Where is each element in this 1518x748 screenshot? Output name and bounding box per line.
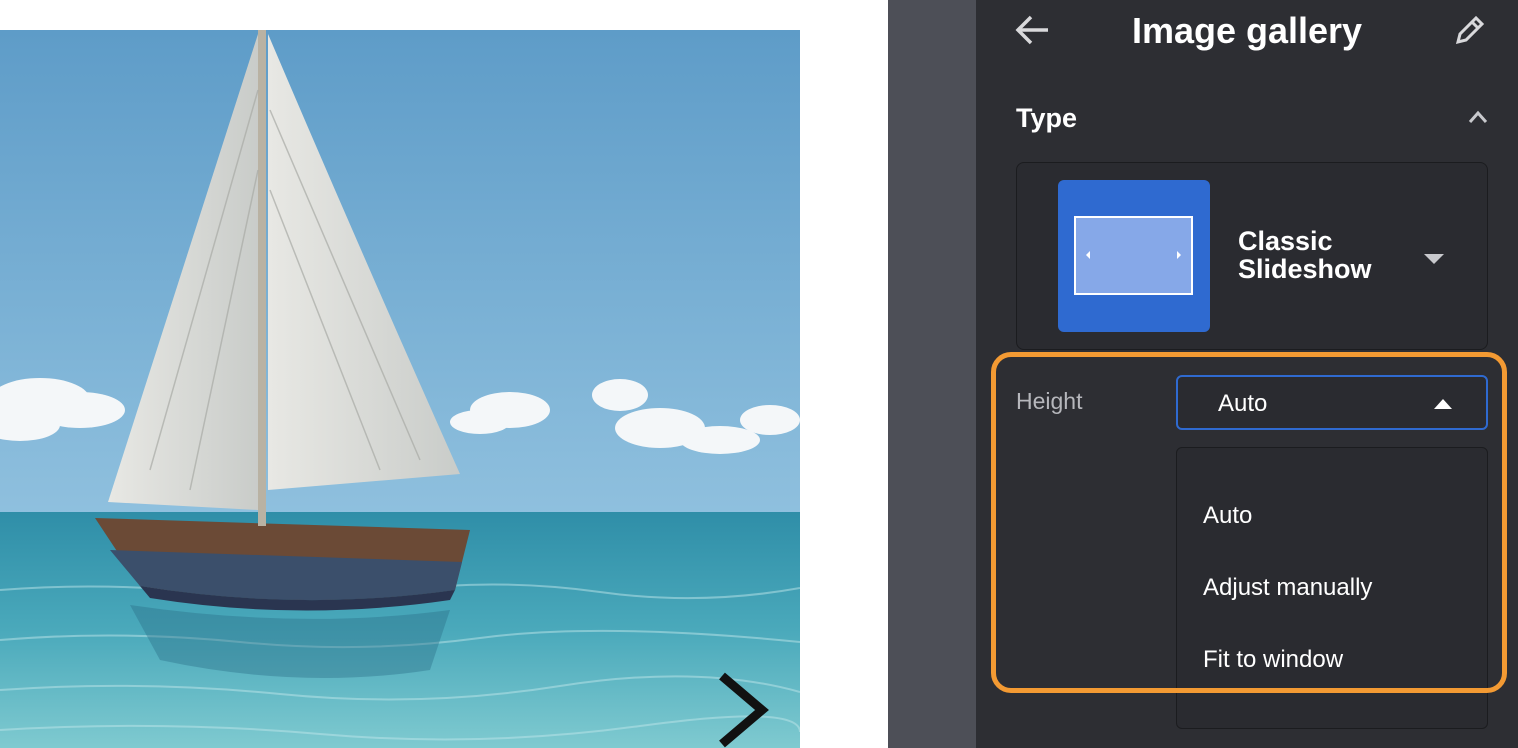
height-option-adjust-manually[interactable]: Adjust manually: [1177, 560, 1487, 616]
slideshow-icon: [1058, 180, 1210, 332]
slideshow-image[interactable]: [0, 30, 800, 748]
height-option-auto[interactable]: Auto: [1177, 488, 1487, 544]
chevron-up-icon: [1468, 110, 1488, 123]
height-select[interactable]: Auto: [1176, 375, 1488, 430]
panel-title: Image gallery: [1131, 10, 1363, 51]
panel-header: Image gallery: [976, 0, 1518, 64]
slideshow-thumbnail-frame: [1074, 216, 1193, 295]
edit-title-button[interactable]: [1448, 8, 1492, 52]
pencil-icon: [1455, 15, 1485, 45]
next-slide-button[interactable]: [712, 672, 772, 748]
caret-down-icon: [1424, 254, 1444, 264]
sailboat-photo: [0, 30, 800, 748]
gallery-type-selector[interactable]: Classic Slideshow: [1016, 162, 1488, 350]
selected-gallery-type: Classic Slideshow: [1238, 226, 1372, 284]
height-options-menu: Auto Adjust manually Fit to window: [1176, 447, 1488, 729]
settings-panel: Image gallery Type Classic Slideshow Hei…: [976, 0, 1518, 748]
type-heading: Type: [1016, 103, 1078, 133]
height-option-fit-to-window[interactable]: Fit to window: [1177, 632, 1487, 688]
back-button[interactable]: [1010, 8, 1054, 52]
canvas-area: [0, 0, 888, 748]
arrow-left-icon: [1015, 15, 1048, 45]
height-select-value: Auto: [1218, 390, 1268, 417]
chevron-right-icon: [719, 672, 769, 748]
caret-up-icon: [1434, 399, 1452, 409]
panel-gutter: [888, 0, 976, 748]
type-section-header[interactable]: Type: [1016, 96, 1496, 140]
slide-arrows-icon: [1086, 251, 1181, 259]
height-label: Height: [1016, 388, 1083, 414]
